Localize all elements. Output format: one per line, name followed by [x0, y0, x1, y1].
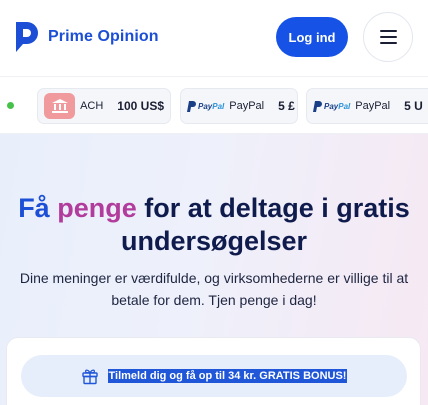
- signup-bonus-text: Tilmeld dig og få op til 34 kr. GRATIS B…: [107, 369, 348, 383]
- site-header: Prime Opinion Log ind: [0, 0, 428, 76]
- paypal-logo-icon: Pay Pal: [187, 100, 224, 112]
- payout-card: Pay Pal PayPal 5 U: [306, 88, 428, 124]
- menu-button[interactable]: [363, 12, 413, 62]
- payout-amount: 5 U: [404, 99, 423, 113]
- login-button[interactable]: Log ind: [276, 17, 348, 57]
- hero-subtitle: Dine meninger er værdifulde, og virksomh…: [19, 270, 409, 308]
- payout-ticker: ACH 100 US$ Pay Pal PayPal 5 £ Pay Pal Pay…: [0, 76, 428, 134]
- payout-amount: 5 £: [278, 99, 295, 113]
- gift-icon: [81, 369, 98, 385]
- payout-amount: 100 US$: [117, 99, 164, 113]
- payout-method: ACH: [80, 100, 104, 112]
- hero-title: Få penge for at deltage i gratis undersø…: [18, 193, 410, 256]
- signup-bonus-banner[interactable]: Tilmeld dig og få op til 34 kr. GRATIS B…: [21, 355, 407, 397]
- payout-card: ACH 100 US$: [37, 88, 171, 124]
- payout-method: PayPal: [229, 100, 265, 112]
- payout-method: PayPal: [355, 100, 391, 112]
- live-indicator: [7, 102, 14, 109]
- payout-card: Pay Pal PayPal 5 £: [180, 88, 298, 124]
- hamburger-icon: [379, 30, 397, 44]
- brand-name: Prime Opinion: [48, 28, 159, 45]
- prime-opinion-logo-icon: [16, 22, 38, 52]
- bank-icon: [44, 93, 76, 119]
- brand-logo[interactable]: Prime Opinion: [12, 20, 159, 54]
- paypal-logo-icon: Pay Pal: [313, 100, 350, 112]
- signup-card: Tilmeld dig og få op til 34 kr. GRATIS B…: [6, 337, 421, 405]
